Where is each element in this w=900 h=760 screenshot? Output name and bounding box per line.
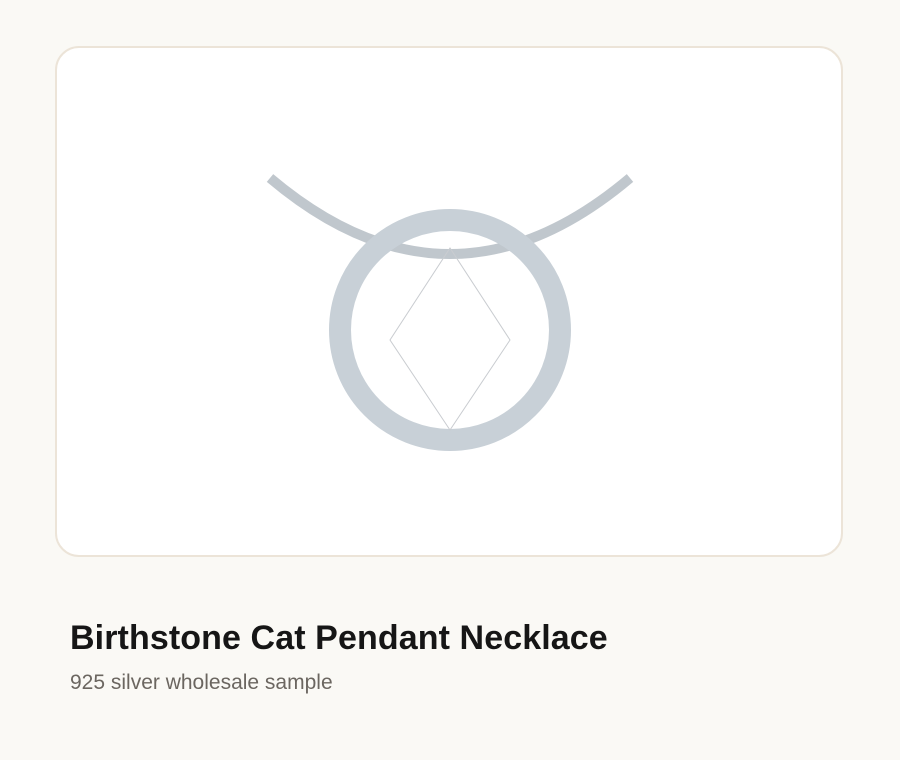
product-title: Birthstone Cat Pendant Necklace [70,619,608,657]
product-image-card[interactable] [55,46,843,557]
product-subtitle: 925 silver wholesale sample [70,671,333,694]
